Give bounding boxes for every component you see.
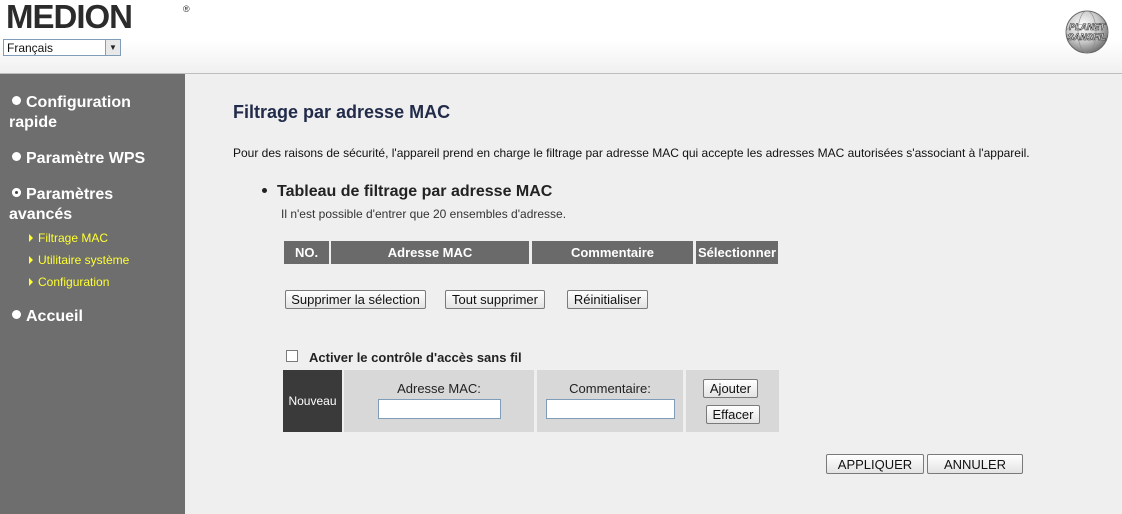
comment-input-cell: Commentaire: <box>537 370 683 432</box>
page-description: Pour des raisons de sécurité, l'appareil… <box>233 146 1030 160</box>
column-header-select: Sélectionner <box>696 241 778 264</box>
sidebar-subitem-utilitaire-systeme[interactable]: Utilitaire système <box>29 253 129 267</box>
sidebar-item-label: Paramètre WPS <box>26 150 146 167</box>
action-cell: Ajouter Effacer <box>686 370 779 432</box>
sidebar-item-accueil[interactable]: Accueil <box>9 307 179 327</box>
sidebar-subitem-label: Filtrage MAC <box>38 231 109 245</box>
new-entry-row: Nouveau Adresse MAC: Commentaire: Ajoute… <box>283 370 779 432</box>
header: MEDION ® Français ▼ PLANET SANSFIL <box>0 0 1122 74</box>
delete-all-button[interactable]: Tout supprimer <box>445 290 545 309</box>
mac-field-label: Adresse MAC: <box>397 381 481 396</box>
registered-mark: ® <box>183 4 190 14</box>
cancel-button[interactable]: ANNULER <box>927 454 1023 474</box>
language-select-value: Français <box>7 41 54 55</box>
sidebar-item-configuration-rapide[interactable]: Configuration rapide <box>9 93 179 133</box>
bullet-icon <box>12 310 21 319</box>
bullet-icon <box>12 96 21 105</box>
svg-text:SANSFIL: SANSFIL <box>1068 32 1107 42</box>
sidebar-item-parametres-avances[interactable]: Paramètres avancés <box>9 185 179 225</box>
reset-button[interactable]: Réinitialiser <box>567 290 648 309</box>
arrow-right-icon <box>29 278 33 286</box>
add-button[interactable]: Ajouter <box>703 379 758 398</box>
chevron-down-icon[interactable]: ▼ <box>105 40 120 55</box>
access-control-checkbox[interactable] <box>286 350 298 362</box>
apply-button[interactable]: APPLIQUER <box>826 454 924 474</box>
planet-sansfil-logo: PLANET SANSFIL <box>1065 10 1109 54</box>
clear-button[interactable]: Effacer <box>706 405 760 424</box>
mac-address-input[interactable] <box>378 399 501 419</box>
bullet-open-icon <box>12 188 21 197</box>
page-title: Filtrage par adresse MAC <box>233 102 451 122</box>
section-note: Il n'est possible d'entrer que 20 ensemb… <box>281 207 567 221</box>
sidebar-item-label: Paramètres avancés <box>9 186 114 223</box>
sidebar-subitem-configuration[interactable]: Configuration <box>29 275 109 289</box>
comment-input[interactable] <box>546 399 675 419</box>
section-title-text: Tableau de filtrage par adresse MAC <box>277 183 553 200</box>
sidebar-item-label: Configuration rapide <box>9 94 131 131</box>
sidebar: Configuration rapide Paramètre WPS Param… <box>0 74 185 514</box>
arrow-right-icon <box>29 256 33 264</box>
access-control-label: Activer le contrôle d'accès sans fil <box>309 350 522 365</box>
bullet-icon <box>12 152 21 161</box>
sidebar-item-parametre-wps[interactable]: Paramètre WPS <box>9 149 179 169</box>
language-select[interactable]: Français ▼ <box>3 39 121 56</box>
comment-field-label: Commentaire: <box>569 381 651 396</box>
sidebar-subitem-label: Configuration <box>38 275 110 289</box>
svg-text:PLANET: PLANET <box>1069 22 1107 32</box>
column-header-mac: Adresse MAC <box>331 241 529 264</box>
mac-input-cell: Adresse MAC: <box>344 370 534 432</box>
sidebar-subitem-label: Utilitaire système <box>38 253 130 267</box>
arrow-right-icon <box>29 234 33 242</box>
column-header-comment: Commentaire <box>532 241 693 264</box>
new-entry-label: Nouveau <box>283 370 342 432</box>
delete-selected-button[interactable]: Supprimer la sélection <box>285 290 426 309</box>
sidebar-subitem-filtrage-mac[interactable]: Filtrage MAC <box>29 231 108 245</box>
sidebar-item-label: Accueil <box>26 308 83 325</box>
medion-logo: MEDION <box>6 0 133 35</box>
section-title: Tableau de filtrage par adresse MAC <box>262 183 552 201</box>
column-header-no: NO. <box>284 241 329 264</box>
bullet-icon <box>262 188 267 193</box>
